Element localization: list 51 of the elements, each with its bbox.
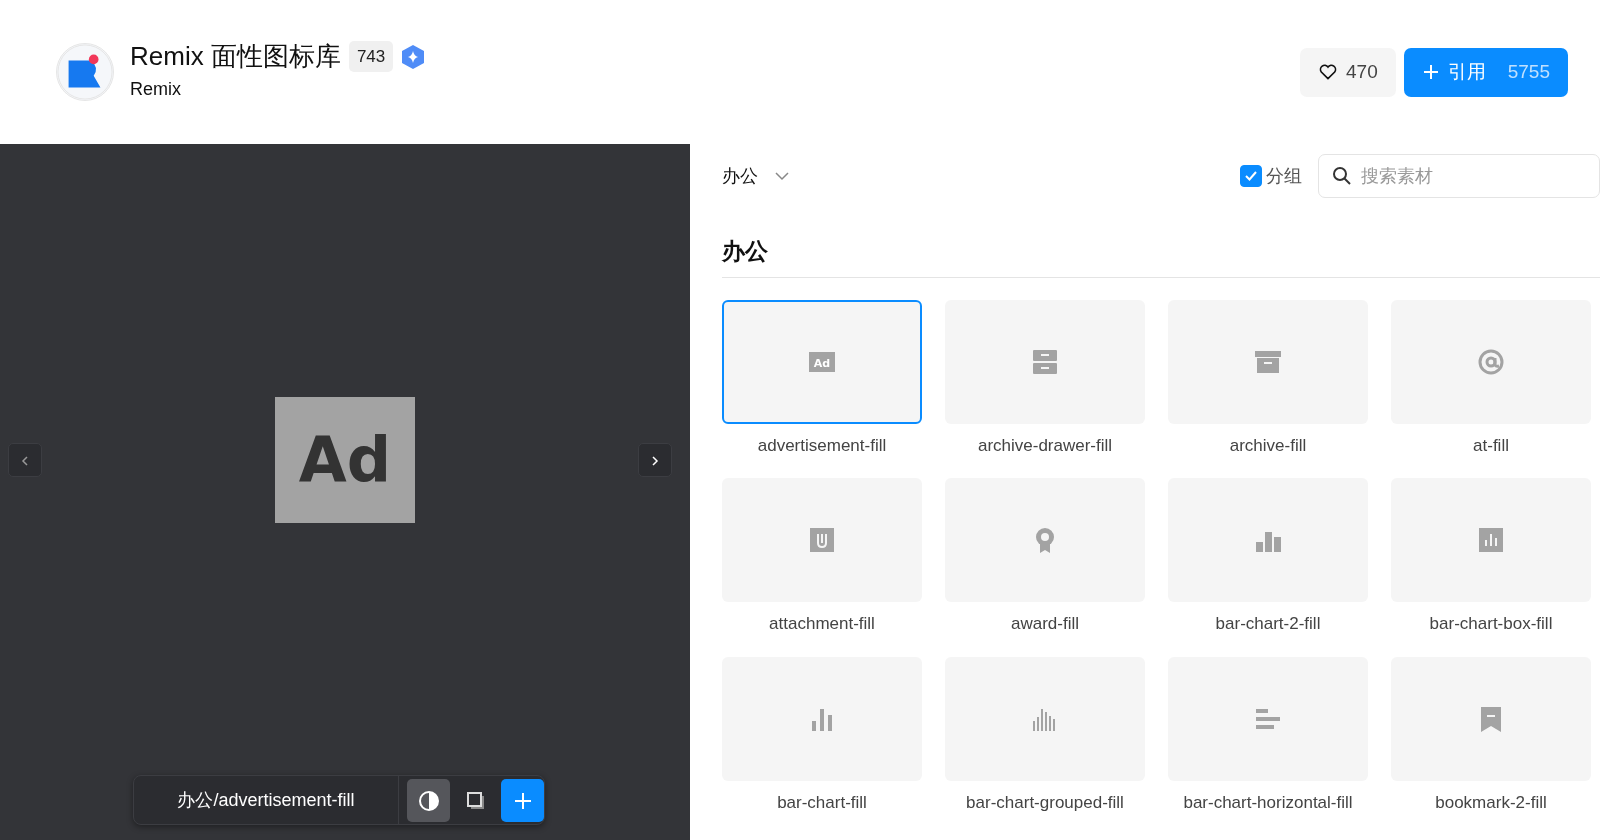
add-button[interactable]: [501, 778, 544, 822]
icon-name: attachment-fill: [768, 613, 876, 635]
plus-icon: [1421, 63, 1440, 81]
icon-name: bar-chart-2-fill: [1214, 613, 1322, 635]
icon-tile[interactable]: [1168, 656, 1368, 781]
at-sign-icon: [1477, 347, 1505, 376]
icon-tile[interactable]: [1391, 299, 1591, 424]
icon-name: archive-drawer-fill: [976, 434, 1114, 457]
icon-name: award-fill: [1010, 613, 1080, 635]
icon-count: 743: [348, 40, 394, 73]
icon-tile[interactable]: [1168, 299, 1368, 424]
search-field[interactable]: 搜索素材: [1318, 154, 1600, 198]
icon-name: bar-chart-box-fill: [1428, 613, 1554, 635]
copy-icon: [465, 790, 486, 811]
chevron-left-icon: [20, 453, 30, 468]
icon-name: at-fill: [1472, 434, 1510, 457]
author-name[interactable]: Remix: [130, 76, 426, 104]
icon-name: bookmark-2-fill: [1434, 791, 1548, 814]
icon-tile[interactable]: [945, 478, 1145, 602]
contrast-icon: [417, 789, 440, 812]
contrast-button[interactable]: [407, 778, 450, 822]
icon-name: archive-fill: [1228, 434, 1308, 457]
section-heading: 办公: [722, 234, 1600, 278]
drawer-icon: [1031, 347, 1059, 376]
heart-icon: [1318, 62, 1338, 82]
icon-tile[interactable]: [1391, 478, 1591, 602]
icon-name: bar-chart-horizontal-fill: [1182, 791, 1354, 814]
icon-name: bar-chart-fill: [776, 791, 868, 814]
chevron-down-icon: [774, 171, 790, 181]
previous-button[interactable]: [8, 443, 42, 477]
icon-path: 办公/advertisement-fill: [177, 788, 355, 812]
icon-tile[interactable]: [1168, 478, 1368, 602]
paperclip-icon: [808, 526, 836, 554]
category-dropdown[interactable]: 办公: [722, 162, 790, 190]
icon-tile[interactable]: [722, 656, 922, 781]
chevron-right-icon: [650, 453, 660, 468]
group-label: 分组: [1266, 164, 1302, 188]
icon-name: advertisement-fill: [756, 434, 888, 457]
next-button[interactable]: [638, 443, 672, 477]
icon-tile[interactable]: [722, 478, 922, 602]
icon-name: bar-chart-grouped-fill: [965, 791, 1125, 814]
icon-tile[interactable]: [945, 299, 1145, 424]
checkmark-icon: [1244, 170, 1258, 182]
search-icon: [1332, 166, 1352, 186]
icon-tile[interactable]: [1391, 656, 1591, 781]
icon-tile[interactable]: [945, 656, 1145, 781]
plus-icon: [512, 790, 533, 811]
library-title: Remix 面性图标库: [130, 40, 341, 73]
like-button[interactable]: 470: [1300, 47, 1396, 97]
group-checkbox[interactable]: [1240, 165, 1262, 187]
chart-box-icon: [1477, 526, 1505, 554]
